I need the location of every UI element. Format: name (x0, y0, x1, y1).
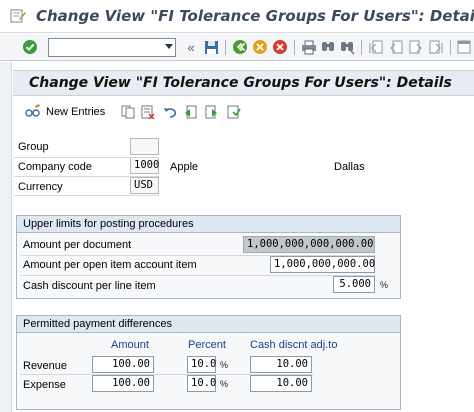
amount-per-document-field[interactable]: 1,000,000,000,000.00 (243, 236, 375, 253)
undo-change-icon[interactable] (163, 104, 177, 120)
select-all-icon[interactable] (227, 104, 241, 120)
group-label: Group (18, 141, 49, 153)
expense-amount-field[interactable]: 100.00 (92, 375, 154, 392)
new-session-icon[interactable] (456, 39, 472, 55)
application-toolbar: New Entries (13, 100, 474, 124)
divider (20, 275, 376, 276)
previous-entry-icon[interactable] (183, 104, 197, 120)
payment-differences-title: Permitted payment differences (17, 316, 400, 333)
amount-column-header: Amount (111, 339, 149, 351)
first-page-icon[interactable] (368, 39, 384, 55)
window-title: Change View "FI Tolerance Groups For Use… (36, 7, 474, 25)
window-title-bar: Change View "FI Tolerance Groups For Use… (0, 0, 474, 33)
divider (14, 157, 159, 158)
next-entry-icon[interactable] (205, 104, 219, 120)
revenue-cash-discount-field[interactable]: 10.00 (250, 356, 312, 373)
divider (14, 176, 159, 177)
expense-percent-field[interactable]: 10.0 (187, 375, 216, 392)
revenue-label: Revenue (23, 360, 68, 372)
amount-per-open-item-field[interactable]: 1,000,000,000.00 (270, 256, 375, 273)
upper-limits-title: Upper limits for posting procedures (17, 216, 400, 233)
system-toolbar: « (0, 34, 474, 61)
collapse-arrows-icon[interactable]: « (183, 39, 199, 55)
glasses-edit-icon (25, 103, 41, 121)
cash-discount-label: Cash discount per line item (23, 280, 156, 292)
chevron-down-icon[interactable] (165, 44, 173, 49)
expense-cash-discount-field[interactable]: 10.00 (250, 375, 312, 392)
find-next-icon[interactable] (339, 39, 355, 55)
document-edit-icon (10, 9, 26, 23)
percent-unit: % (220, 360, 229, 370)
amount-per-document-label: Amount per document (23, 239, 132, 251)
save-icon[interactable] (203, 39, 219, 55)
company-code-field[interactable]: 1000 (130, 157, 159, 174)
print-icon[interactable] (301, 39, 317, 55)
percent-unit: % (220, 379, 229, 389)
percent-column-header: Percent (188, 339, 226, 351)
command-input[interactable] (49, 39, 159, 56)
copy-as-icon[interactable] (121, 104, 135, 120)
next-page-icon[interactable] (408, 39, 424, 55)
last-page-icon[interactable] (428, 39, 444, 55)
revenue-percent-field[interactable]: 10.0 (187, 356, 216, 373)
cash-discount-field[interactable]: 5.000 (333, 276, 375, 293)
find-icon[interactable] (320, 39, 336, 55)
command-field[interactable] (48, 38, 176, 57)
new-entries-button[interactable]: New Entries (25, 103, 106, 121)
exit-icon[interactable] (252, 39, 268, 55)
left-navigation-strip (0, 62, 12, 412)
screen-header: Change View "FI Tolerance Groups For Use… (13, 70, 474, 96)
new-entries-label: New Entries (46, 106, 106, 118)
company-code-label: Company code (18, 161, 92, 173)
currency-field[interactable]: USD (130, 177, 159, 194)
company-name: Apple (170, 161, 199, 173)
group-field[interactable] (130, 138, 159, 155)
previous-page-icon[interactable] (388, 39, 404, 55)
page-title: Change View "FI Tolerance Groups For Use… (29, 75, 452, 91)
cash-discount-adj-column-header: Cash discnt adj.to (250, 339, 338, 351)
currency-label: Currency (18, 181, 63, 193)
amount-per-open-item-label: Amount per open item account item (23, 259, 197, 271)
revenue-amount-field[interactable]: 100.00 (92, 356, 154, 373)
percent-unit: % (380, 280, 389, 290)
enter-icon[interactable] (22, 39, 38, 55)
delete-icon[interactable] (141, 104, 155, 120)
expense-label: Expense (23, 379, 66, 391)
cancel-icon[interactable] (272, 39, 288, 55)
company-city: Dallas (334, 161, 365, 173)
back-icon[interactable] (232, 39, 248, 55)
divider (14, 195, 159, 196)
